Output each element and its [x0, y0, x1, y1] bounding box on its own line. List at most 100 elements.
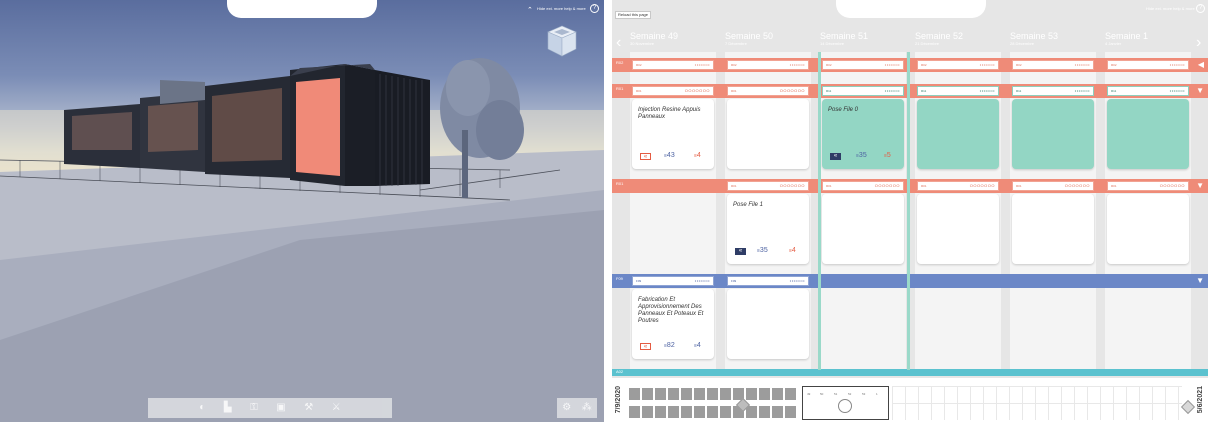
- planning-help-icon[interactable]: ?: [1196, 4, 1205, 13]
- expand-down-icon[interactable]: ▼: [1196, 277, 1204, 285]
- timeline-week-block[interactable]: [655, 406, 666, 418]
- timeline-week-block[interactable]: [694, 388, 705, 400]
- task-card-empty[interactable]: [1012, 194, 1094, 264]
- back-arrow-icon[interactable]: «: [640, 153, 651, 160]
- corner-toolbar: ⚙ ⁂: [557, 398, 597, 418]
- task-card-empty[interactable]: [727, 289, 809, 359]
- week-task-chip[interactable]: R11 ••••••••: [917, 86, 999, 96]
- timeline-week-block[interactable]: [707, 388, 718, 400]
- timeline-week-block[interactable]: [655, 388, 666, 400]
- week-header[interactable]: Semaine 52 21 Décembre: [915, 31, 1009, 46]
- week-task-chip[interactable]: R02 ••••••••: [1012, 60, 1094, 70]
- timeline-week-block[interactable]: [759, 388, 770, 400]
- week-task-chip[interactable]: R01 OOOOOOO: [917, 181, 999, 191]
- task-workers: ≡4: [789, 247, 796, 254]
- week-task-chip[interactable]: F09 ••••••••: [727, 276, 809, 286]
- hierarchy-icon[interactable]: ⁂: [582, 403, 592, 413]
- help-link[interactable]: Hide ext. more help & more: [537, 6, 586, 11]
- week-header[interactable]: Semaine 50 7 Décembre: [725, 31, 819, 46]
- timeline-start-date: 7/9/2020: [615, 386, 622, 414]
- timeline-week-block[interactable]: [746, 388, 757, 400]
- timeline-end-diamond-icon[interactable]: [1180, 399, 1196, 415]
- band-label: F09: [616, 276, 623, 281]
- worker-icon[interactable]: ⚒: [304, 403, 313, 413]
- task-card-empty[interactable]: [727, 99, 809, 169]
- week-header[interactable]: Semaine 49 30 Novembre: [630, 31, 724, 46]
- week-task-chip[interactable]: R02 ••••••••: [1107, 60, 1189, 70]
- week-task-chip[interactable]: R11 ••••••••: [1107, 86, 1189, 96]
- timeline-week-block[interactable]: [785, 388, 796, 400]
- task-card[interactable]: Pose File 1 « ≡35 ≡4: [727, 194, 809, 264]
- timeline-week-block[interactable]: [642, 388, 653, 400]
- timeline-week-block[interactable]: [668, 388, 679, 400]
- week-task-chip[interactable]: R01 OOOOOOO: [632, 86, 714, 96]
- timeline-week-block[interactable]: [785, 406, 796, 418]
- planning-top-handle[interactable]: [836, 0, 986, 18]
- band-label: R02: [616, 60, 624, 65]
- reload-page-button[interactable]: Reload this page: [615, 11, 651, 19]
- timeline-week-block[interactable]: [772, 406, 783, 418]
- chevron-up-icon[interactable]: ⌃: [527, 6, 533, 14]
- timeline-week-block[interactable]: [642, 406, 653, 418]
- current-week-highlight: [818, 52, 910, 370]
- timeline-tick: 51: [834, 392, 838, 396]
- task-card-empty[interactable]: [1012, 99, 1094, 169]
- previous-week-arrow-icon[interactable]: ‹: [616, 35, 621, 51]
- week-task-chip[interactable]: F09 ••••••••: [632, 276, 714, 286]
- viewer-3d[interactable]: ⌃ Hide ext. more help & more ? ◐ ▙ ⚿ ▣ ⚒…: [0, 0, 604, 422]
- week-task-chip[interactable]: R11 ••••••••: [1012, 86, 1094, 96]
- back-arrow-icon[interactable]: «: [640, 343, 651, 350]
- week-task-chip[interactable]: R01 OOOOOOO: [727, 86, 809, 96]
- timeline-week-block[interactable]: [720, 406, 731, 418]
- timeline-week-block[interactable]: [707, 406, 718, 418]
- week-task-chip[interactable]: R01 OOOOOOO: [1107, 181, 1189, 191]
- lock-icon[interactable]: ⚿: [250, 403, 258, 413]
- week-title: Semaine 52: [915, 31, 964, 41]
- timeline-week-block[interactable]: [629, 388, 640, 400]
- week-task-chip[interactable]: R01 OOOOOOO: [1012, 181, 1094, 191]
- band-label: R01: [616, 181, 624, 186]
- task-card-empty[interactable]: [1107, 99, 1189, 169]
- timeline-week-block[interactable]: [746, 406, 757, 418]
- navigation-cube-icon[interactable]: [542, 22, 582, 60]
- task-card[interactable]: Fabrication Et Approvisionnement Des Pan…: [632, 289, 714, 359]
- collapse-left-icon[interactable]: ◀: [1198, 61, 1204, 69]
- back-arrow-icon[interactable]: «: [735, 248, 746, 255]
- scene-canvas[interactable]: [0, 0, 604, 422]
- timeline-tick: 52: [848, 392, 852, 396]
- week-task-chip[interactable]: R01 OOOOOOO: [727, 181, 809, 191]
- expand-down-icon[interactable]: ▼: [1196, 87, 1204, 95]
- week-header[interactable]: Semaine 53 28 Décembre: [1010, 31, 1104, 46]
- timeline-week-block[interactable]: [772, 388, 783, 400]
- timeline-week-block[interactable]: [694, 406, 705, 418]
- expand-down-icon[interactable]: ▼: [1196, 182, 1204, 190]
- planning-help-link[interactable]: Hide ext. more help & more: [1146, 6, 1195, 11]
- task-card-empty[interactable]: [917, 99, 999, 169]
- task-card[interactable]: Injection Resine Appuis Panneaux « ≡43 ≡…: [632, 99, 714, 169]
- task-group-band[interactable]: A02: [612, 369, 1208, 376]
- timeline-drag-handle[interactable]: [838, 399, 852, 413]
- week-header[interactable]: Semaine 51 14 Décembre: [820, 31, 914, 46]
- next-week-arrow-icon[interactable]: ›: [1196, 35, 1201, 51]
- timeline-week-block[interactable]: [668, 406, 679, 418]
- timeline-week-block[interactable]: [681, 406, 692, 418]
- week-task-chip[interactable]: R02 ••••••••: [917, 60, 999, 70]
- timeline-week-block[interactable]: [759, 406, 770, 418]
- week-task-chip[interactable]: R02 ••••••••: [727, 60, 809, 70]
- timeline-week-block[interactable]: [681, 388, 692, 400]
- top-handle[interactable]: [227, 0, 377, 18]
- model-icon[interactable]: ◐: [199, 403, 205, 413]
- crossed-worker-icon[interactable]: ⚔: [332, 403, 341, 413]
- building-icon[interactable]: ▣: [276, 403, 285, 413]
- task-card-empty[interactable]: [1107, 194, 1189, 264]
- week-date: 14 Décembre: [820, 41, 845, 46]
- layers-icon[interactable]: ▙: [224, 403, 232, 413]
- timeline-scrubber[interactable]: 7/9/2020 5/6/2021 49 50 51 52 53 1: [612, 378, 1208, 422]
- help-icon[interactable]: ?: [590, 4, 599, 13]
- gear-icon[interactable]: ⚙: [562, 403, 571, 413]
- timeline-week-block[interactable]: [629, 406, 640, 418]
- task-card-empty[interactable]: [917, 194, 999, 264]
- week-header[interactable]: Semaine 1 4 Janvier: [1105, 31, 1199, 46]
- week-task-chip[interactable]: R02 ••••••••: [632, 60, 714, 70]
- timeline-week-block[interactable]: [720, 388, 731, 400]
